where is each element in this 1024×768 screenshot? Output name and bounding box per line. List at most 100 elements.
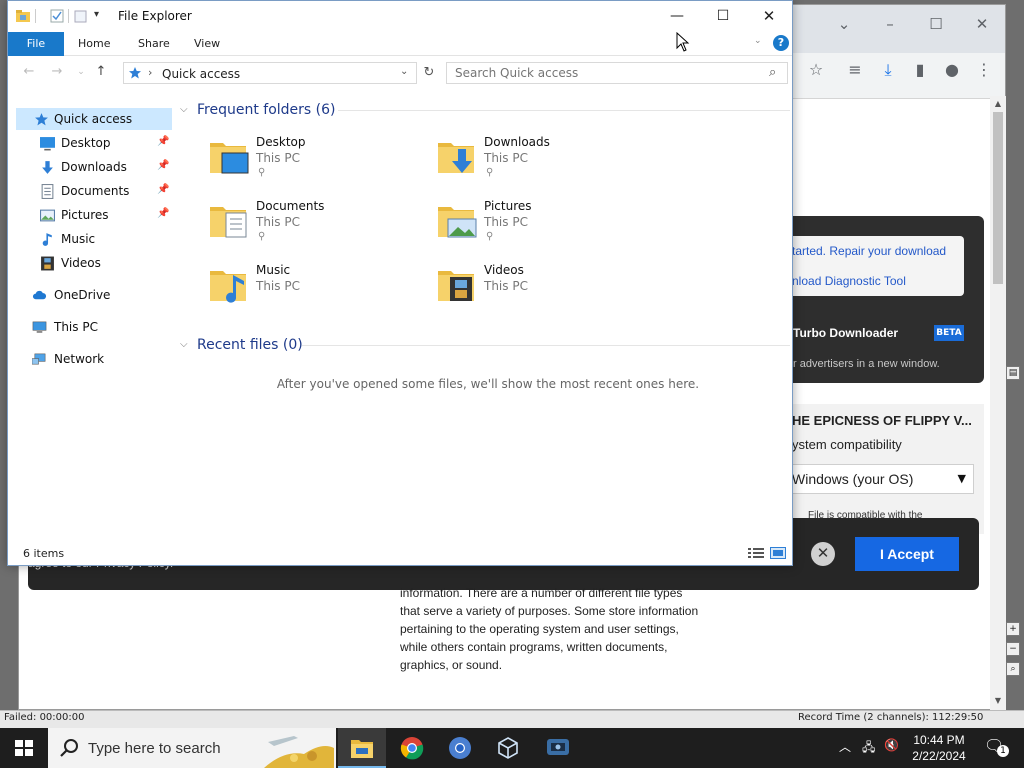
- media-queue-icon[interactable]: ≡: [843, 58, 867, 82]
- article-body: information. There are a number of diffe…: [400, 584, 740, 674]
- sidebar-item-music[interactable]: Music: [16, 228, 172, 250]
- os-select[interactable]: Windows (your OS) ▼: [786, 464, 974, 494]
- tab-home[interactable]: Home: [68, 32, 120, 56]
- accept-button[interactable]: I Accept: [855, 537, 959, 571]
- sidebar-item-quick-access[interactable]: Quick access: [16, 108, 172, 130]
- folder-tile-videos[interactable]: Videos This PC: [436, 263, 646, 319]
- sidebar-item-downloads[interactable]: Downloads 📌: [16, 156, 172, 178]
- pin-icon[interactable]: 📌: [157, 184, 169, 195]
- recent-locations-icon[interactable]: ⌄: [72, 63, 90, 81]
- music-note-icon: [42, 233, 52, 246]
- back-arrow-icon[interactable]: ←: [20, 63, 38, 81]
- new-folder-icon[interactable]: [74, 9, 88, 23]
- sidebar-item-pictures[interactable]: Pictures 📌: [16, 204, 172, 226]
- magnifier-icon[interactable]: ⌕: [1006, 662, 1020, 676]
- scroll-down-icon[interactable]: ▼: [992, 696, 1004, 706]
- bookmark-star-icon[interactable]: ☆: [804, 58, 828, 82]
- browser-tab-dropdown-icon[interactable]: ⌄: [834, 14, 854, 34]
- folder-tile-pictures[interactable]: Pictures This PC ⚲: [436, 199, 646, 255]
- sidebar-item-label: Music: [61, 232, 96, 246]
- taskbar-search-box[interactable]: Type here to search: [48, 728, 336, 768]
- folder-tile-downloads[interactable]: Downloads This PC ⚲: [436, 135, 646, 191]
- monitor-icon: [32, 321, 47, 333]
- qat-dropdown-icon[interactable]: ▾: [94, 9, 99, 20]
- zoom-out-icon[interactable]: −: [1006, 642, 1020, 656]
- zoom-in-icon[interactable]: +: [1006, 622, 1020, 636]
- sidebar-item-label: This PC: [54, 320, 98, 334]
- maximize-icon[interactable]: ☐: [700, 1, 746, 31]
- sidebar-item-this-pc[interactable]: This PC: [16, 316, 172, 338]
- recent-files-empty-message: After you've opened some files, we'll sh…: [276, 377, 700, 391]
- item-count: 6 items: [23, 547, 65, 560]
- properties-icon[interactable]: [50, 9, 64, 23]
- browser-menu-icon[interactable]: ⋮: [972, 58, 996, 82]
- picture-icon: [40, 209, 55, 222]
- tab-view[interactable]: View: [184, 32, 230, 56]
- ribbon-bar: [8, 32, 792, 56]
- address-dropdown-icon[interactable]: ⌄: [400, 66, 408, 77]
- network-status-icon[interactable]: 🖧: [862, 738, 875, 759]
- section-title: Frequent folders (6): [197, 102, 336, 118]
- windows-start-icon[interactable]: [0, 728, 48, 768]
- chevron-down-icon: ▼: [957, 472, 966, 485]
- tab-share[interactable]: Share: [128, 32, 180, 56]
- close-icon[interactable]: ✕: [746, 1, 792, 31]
- scroll-up-icon[interactable]: ▲: [992, 99, 1004, 109]
- refresh-icon[interactable]: ↻: [419, 63, 439, 83]
- address-bar[interactable]: › Quick access ⌄: [123, 62, 417, 84]
- browser-close-icon[interactable]: ✕: [972, 14, 992, 34]
- diagnostic-tool-link[interactable]: nload Diagnostic Tool: [792, 274, 906, 288]
- folder-location: This PC: [484, 215, 528, 229]
- folder-tile-desktop[interactable]: Desktop This PC ⚲: [208, 135, 418, 191]
- large-icons-view-icon[interactable]: [770, 547, 786, 559]
- pin-icon[interactable]: 📌: [157, 136, 169, 147]
- profile-avatar-icon[interactable]: ●: [940, 58, 964, 82]
- pin-icon[interactable]: 📌: [157, 160, 169, 171]
- page-scrollbar-thumb[interactable]: [993, 112, 1003, 284]
- search-icon: [60, 739, 78, 757]
- pin-icon: ⚲: [258, 231, 266, 242]
- forward-arrow-icon[interactable]: →: [48, 63, 66, 81]
- browser-maximize-icon[interactable]: ☐: [926, 14, 946, 34]
- sidebar-item-desktop[interactable]: Desktop 📌: [16, 132, 172, 154]
- sidebar-item-documents[interactable]: Documents 📌: [16, 180, 172, 202]
- side-panel-icon[interactable]: ▮: [908, 58, 932, 82]
- folder-location: This PC: [256, 279, 300, 293]
- help-icon[interactable]: ?: [773, 35, 789, 51]
- sidebar-item-label: Downloads: [61, 160, 127, 174]
- taskbar-clock[interactable]: 10:44 PM 2/22/2024: [906, 732, 972, 764]
- file-explorer-window: ▾ File Explorer — ☐ ✕ File Home Share Vi…: [7, 0, 793, 566]
- up-arrow-icon[interactable]: ↑: [92, 63, 110, 81]
- cloud-icon: [32, 290, 47, 300]
- sidebar-item-videos[interactable]: Videos: [16, 252, 172, 274]
- repair-download-link[interactable]: tarted. Repair your download: [792, 244, 946, 258]
- browser-minimize-icon[interactable]: –: [880, 14, 900, 34]
- details-view-icon[interactable]: [748, 547, 764, 559]
- chromium-icon: [449, 737, 471, 759]
- taskbar-chromium[interactable]: [436, 728, 484, 768]
- pin-icon[interactable]: 📌: [157, 208, 169, 219]
- folder-icon: [16, 10, 30, 22]
- chat-icon[interactable]: ▤: [1006, 366, 1020, 380]
- qat-divider: [35, 9, 36, 23]
- sidebar-item-network[interactable]: Network: [16, 348, 172, 370]
- folder-tile-documents[interactable]: Documents This PC ⚲: [208, 199, 418, 255]
- sidebar-item-onedrive[interactable]: OneDrive: [16, 284, 172, 306]
- show-hidden-icons-icon[interactable]: ︿: [839, 738, 851, 755]
- taskbar-chrome[interactable]: [388, 728, 436, 768]
- close-icon[interactable]: ✕: [811, 542, 835, 566]
- taskbar-3d-viewer[interactable]: [484, 728, 532, 768]
- taskbar-file-explorer[interactable]: [338, 728, 386, 768]
- videos-folder-icon: [438, 271, 474, 301]
- search-box[interactable]: ⌕: [446, 62, 788, 84]
- search-input[interactable]: [447, 63, 763, 83]
- folder-tile-music[interactable]: Music This PC: [208, 263, 418, 319]
- recorder-record-time: Record Time (2 channels): 112:29:50: [798, 712, 984, 723]
- tab-file[interactable]: File: [8, 32, 64, 56]
- downloads-icon[interactable]: ⤓: [876, 58, 900, 82]
- minimize-icon[interactable]: —: [654, 1, 700, 31]
- volume-muted-icon[interactable]: 🔇: [884, 738, 899, 752]
- sidebar-item-label: Videos: [61, 256, 101, 270]
- taskbar-recorder[interactable]: [534, 728, 582, 768]
- expand-ribbon-icon[interactable]: ⌄: [754, 36, 762, 46]
